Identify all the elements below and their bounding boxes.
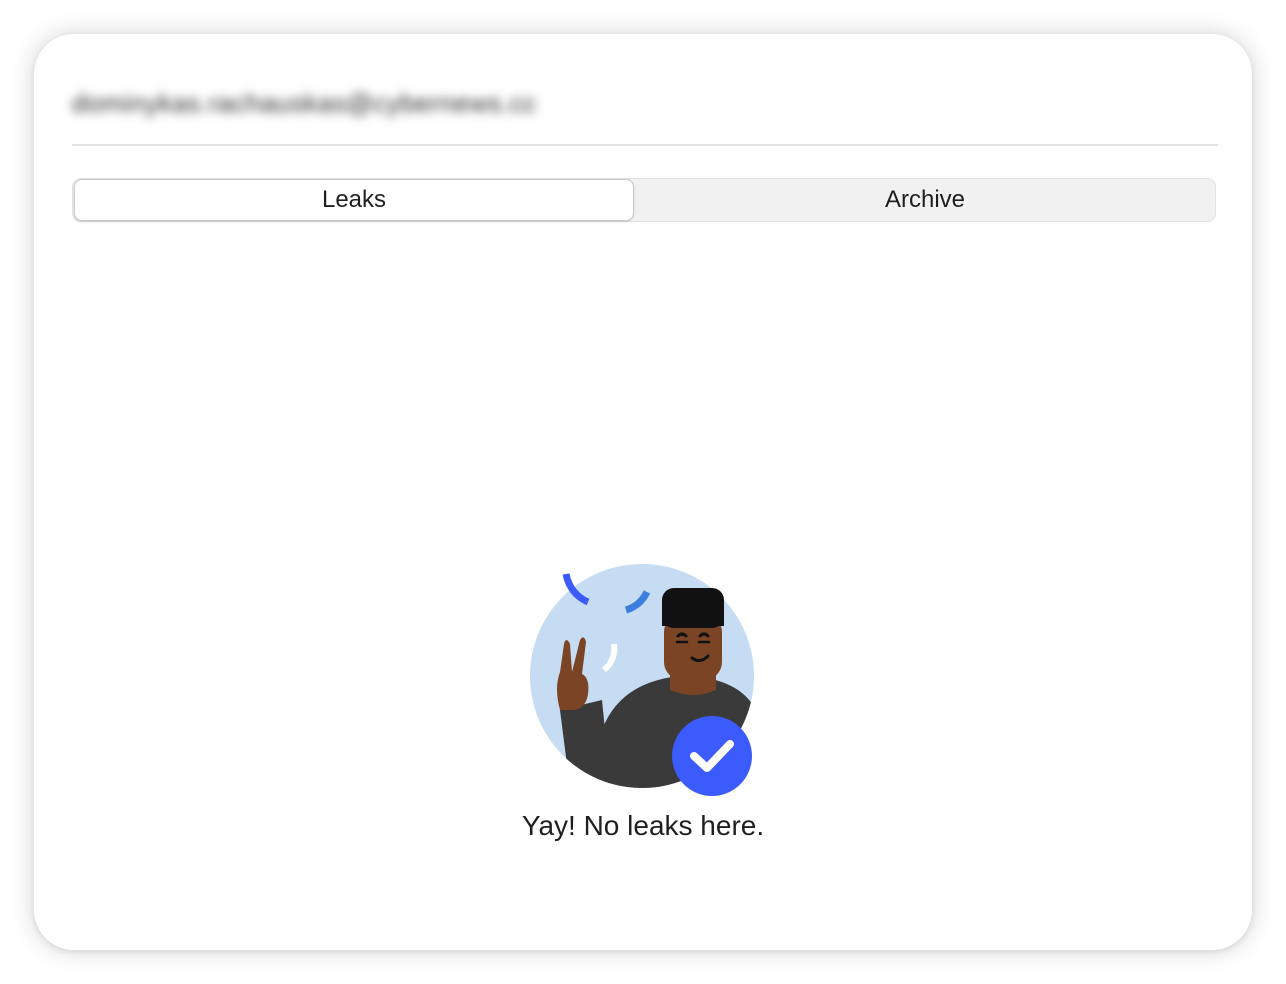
- leaks-panel: dominykas.rachauskas@cybernews.cc Leaks …: [34, 34, 1252, 950]
- tab-archive[interactable]: Archive: [635, 179, 1215, 221]
- check-badge: [672, 716, 752, 796]
- empty-state-message: Yay! No leaks here.: [521, 810, 765, 841]
- tab-control: Leaks Archive: [72, 178, 1216, 222]
- celebration-illustration: [530, 564, 754, 796]
- header-divider: [72, 144, 1218, 146]
- account-email: dominykas.rachauskas@cybernews.cc: [72, 88, 537, 118]
- tab-leaks[interactable]: Leaks: [74, 179, 634, 221]
